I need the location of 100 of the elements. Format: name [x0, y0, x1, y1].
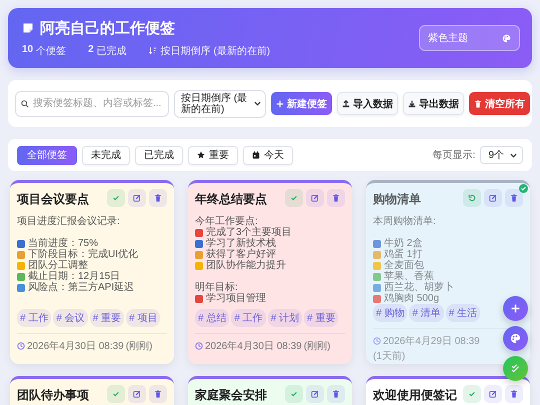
trash-icon [332, 194, 340, 202]
search-icon [21, 100, 29, 108]
edit-icon [311, 390, 319, 398]
note-line: 苹果、香蕉 [384, 271, 434, 282]
tag-chip[interactable]: # 工作 [17, 309, 52, 327]
note-line: 全麦面包 [384, 260, 424, 271]
tag-chip[interactable]: # 计划 [268, 309, 302, 327]
search-field[interactable]: 搜索便签标题、内容或标签... [15, 90, 169, 116]
tag-chip[interactable]: # 重要 [90, 309, 124, 327]
delete-button[interactable] [149, 385, 167, 403]
calendar-icon [252, 151, 260, 159]
filter-tab[interactable]: 已完成 [135, 146, 183, 164]
note-line: 明年目标: [195, 282, 238, 293]
plus-icon [510, 303, 521, 314]
tag-chip[interactable]: # 购物 [373, 304, 408, 322]
note-line: 截止日期：12月15日 [28, 271, 120, 282]
note-line: 学习了新技术栈 [206, 238, 276, 249]
edit-button[interactable] [306, 189, 324, 207]
note-line: 获得了客户好评 [206, 249, 276, 260]
trash-icon [154, 390, 162, 398]
sort-info: 按日期倒序 (最新的在前) [160, 44, 270, 58]
theme-button[interactable]: 紫色主题 [419, 25, 520, 51]
note-card[interactable]: 团队待办事项 [10, 376, 174, 405]
clock-icon [373, 337, 381, 345]
note-card[interactable]: 项目会议要点 项目进度汇报会议记录: 当前进度：75% 下阶段目标：完成UI优化 团队分工调整 截止日期：12月15日 风险点：第三方API延迟 # 工作 # 会议 # 重要 # 项目 2026年4月30日 08:39 (刚刚) [10, 180, 174, 364]
note-line: 学习项目管理 [206, 293, 266, 304]
check-icon [290, 390, 298, 398]
edit-icon [133, 194, 141, 202]
delete-button[interactable] [327, 189, 345, 207]
edit-icon [133, 390, 141, 398]
note-line: 本周购物清单: [373, 216, 436, 227]
undo-button[interactable] [463, 189, 481, 207]
note-title: 购物清单 [373, 191, 421, 208]
done-badge-icon [519, 184, 528, 193]
note-age: (1天前) [373, 350, 406, 363]
note-title: 团队待办事项 [17, 387, 89, 404]
edit-icon [489, 194, 497, 202]
delete-button[interactable] [327, 385, 345, 403]
note-card[interactable]: 购物清单 本周购物清单: 牛奶 2盒 鸡蛋 1打 全麦面包 苹果、香蕉 西兰花、胡萝卜 鸡胸肉 500g # 购物 # 清单 # 生活 2026年4月29日 08:39 (1天前) [366, 180, 530, 364]
note-date: 2026年4月30日 08:39 [27, 340, 124, 353]
note-line: 鸡胸肉 500g [384, 293, 440, 304]
note-card[interactable]: 家庭聚会安排 [188, 376, 352, 405]
app-title: 阿亮自己的工作便签 [40, 18, 175, 38]
trash-icon [474, 100, 482, 108]
tag-chip[interactable]: # 工作 [231, 309, 266, 327]
sort-icon [148, 46, 157, 55]
filter-tab[interactable]: 今天 [243, 146, 293, 164]
filter-tab[interactable]: 重要 [188, 146, 238, 164]
check-icon [112, 390, 120, 398]
note-title: 项目会议要点 [17, 191, 89, 208]
clock-icon [195, 342, 203, 350]
sort-dropdown[interactable]: 按日期倒序 (最新的在前) [174, 90, 266, 118]
clear-button[interactable]: 清空所有 [469, 92, 530, 115]
note-card[interactable]: 年终总结要点 今年工作要点: 完成了3个主要项目 学习了新技术栈 获得了客户好评 团队协作能力提升 明年目标: 学习项目管理 # 总结 # 工作 # 计划 # 重要 2026年4月30日 08:39 (刚刚) [188, 180, 352, 364]
tag-chip[interactable]: # 重要 [304, 309, 338, 327]
edit-button[interactable] [306, 385, 324, 403]
edit-button[interactable] [484, 189, 502, 207]
filter-tab[interactable]: 全部便签 [17, 146, 77, 164]
per-page-dropdown[interactable]: 9个 [480, 146, 523, 164]
trash-icon [510, 194, 518, 202]
checklist-icon [510, 363, 521, 374]
note-line: 牛奶 2盒 [384, 238, 422, 249]
note-icon [22, 22, 34, 34]
note-line: 当前进度：75% [28, 238, 98, 249]
note-title: 家庭聚会安排 [195, 387, 267, 404]
tag-chip[interactable]: # 会议 [53, 309, 88, 327]
palette-icon [502, 34, 511, 42]
note-date: 2026年4月29日 08:39 [383, 335, 480, 348]
delete-button[interactable] [505, 385, 523, 403]
note-line: 完成了3个主要项目 [206, 227, 292, 238]
tag-chip[interactable]: # 总结 [195, 309, 230, 327]
tag-chip[interactable]: # 生活 [446, 304, 480, 322]
undo-icon [468, 194, 476, 202]
new-button[interactable]: 新建便签 [271, 92, 332, 115]
import-button[interactable]: 导入数据 [337, 92, 398, 115]
delete-button[interactable] [505, 189, 523, 207]
edit-icon [311, 194, 319, 202]
note-line: 今年工作要点: [195, 216, 258, 227]
note-title: 欢迎使用便签记 [373, 387, 457, 404]
edit-button[interactable] [128, 385, 146, 403]
note-line: 风险点：第三方API延迟 [28, 282, 134, 293]
note-line: 项目进度汇报会议记录: [17, 216, 120, 227]
edit-button[interactable] [128, 189, 146, 207]
note-line: 团队分工调整 [28, 260, 88, 271]
per-page-label: 每页显示: [432, 149, 476, 162]
tag-chip[interactable]: # 清单 [409, 304, 444, 322]
delete-button[interactable] [149, 189, 167, 207]
star-icon [197, 151, 205, 159]
filter-tab[interactable]: 未完成 [82, 146, 130, 164]
plus-icon [276, 100, 284, 108]
stat-value: 10 [22, 44, 34, 56]
trash-icon [510, 390, 518, 398]
note-age: (刚刚) [126, 340, 152, 353]
edit-button[interactable] [484, 385, 502, 403]
clock-icon [17, 342, 25, 350]
note-card[interactable]: 欢迎使用便签记 [366, 376, 530, 405]
caret-icon [254, 101, 261, 106]
export-button[interactable]: 导出数据 [403, 92, 464, 115]
upload-icon [342, 100, 350, 108]
tag-chip[interactable]: # 项目 [126, 309, 160, 327]
